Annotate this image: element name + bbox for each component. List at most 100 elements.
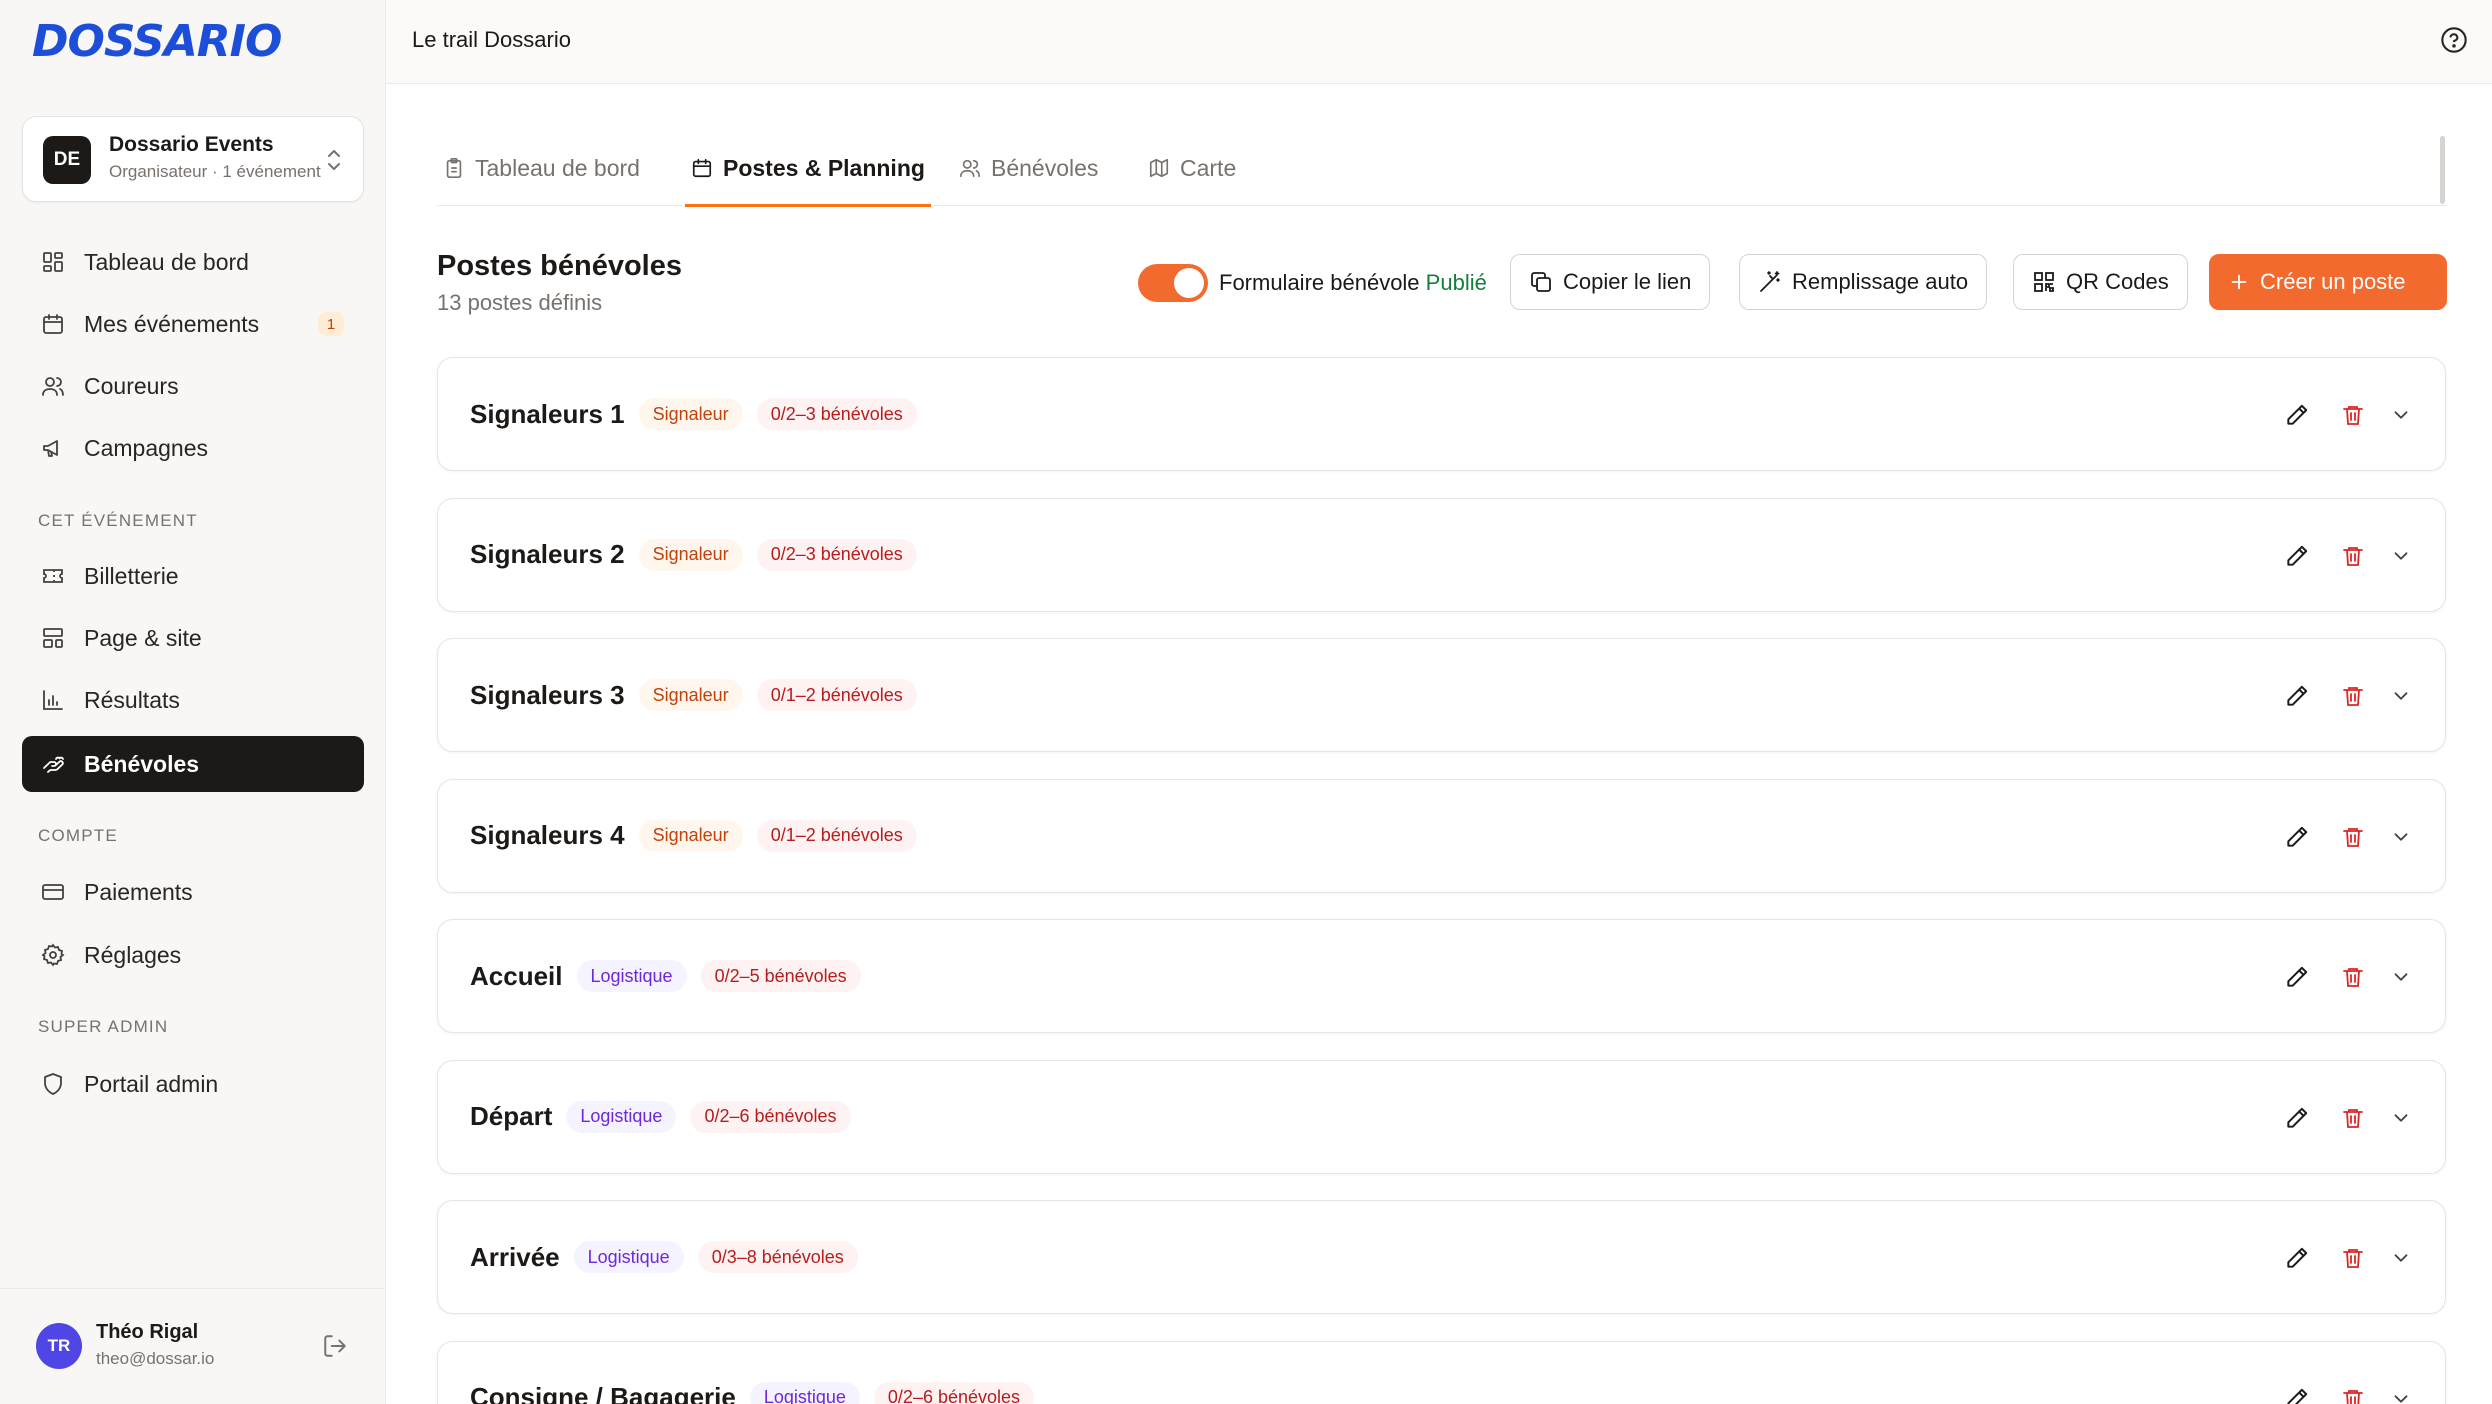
org-name: Dossario Events [109, 133, 274, 156]
sidebar-item-label: Billetterie [84, 562, 179, 589]
copy-link-button[interactable]: Copier le lien [1510, 254, 1711, 310]
organization-switcher[interactable]: DE Dossario Events Organisateur · 1 évén… [22, 116, 364, 202]
avatar[interactable]: TR [36, 1323, 82, 1369]
tab-dashboard[interactable]: Tableau de bord [437, 140, 646, 206]
copy-icon [1529, 270, 1553, 294]
sidebar-item-label: Portail admin [84, 1070, 219, 1097]
post-volunteer-count-badge: 0/2–6 bénévoles [873, 1381, 1035, 1404]
chevron-down-icon[interactable] [2387, 1385, 2415, 1404]
sidebar-item-results[interactable]: Résultats [22, 672, 364, 728]
logout-icon[interactable] [322, 1333, 348, 1359]
chevron-down-icon[interactable] [2387, 1244, 2415, 1272]
sidebar-item-label: Tableau de bord [84, 248, 249, 275]
edit-pencil-icon[interactable] [2283, 1385, 2311, 1404]
auto-fill-label: Remplissage auto [1792, 269, 1969, 294]
post-card[interactable]: Départ Logistique 0/2–6 bénévoles [437, 1059, 2446, 1174]
delete-trash-icon[interactable] [2339, 682, 2367, 710]
tab-map[interactable]: Carte [1142, 140, 1242, 206]
sidebar-item-ticketing[interactable]: Billetterie [22, 548, 364, 604]
users-icon [959, 157, 981, 179]
edit-pencil-icon[interactable] [2283, 963, 2311, 991]
help-icon[interactable] [2440, 26, 2468, 54]
delete-trash-icon[interactable] [2339, 1244, 2367, 1272]
edit-pencil-icon[interactable] [2283, 823, 2311, 851]
section-label-event: CET ÉVÉNEMENT [38, 511, 198, 530]
org-subtitle: Organisateur · 1 événement [109, 162, 321, 181]
post-name: Accueil [470, 960, 563, 991]
post-name: Signaleurs 2 [470, 539, 625, 569]
delete-trash-icon[interactable] [2339, 823, 2367, 851]
post-volunteer-count-badge: 0/1–2 bénévoles [756, 819, 917, 852]
magic-wand-icon [1758, 270, 1782, 294]
chevron-down-icon[interactable] [2387, 682, 2415, 710]
sidebar-item-runners[interactable]: Coureurs [22, 358, 364, 414]
logo-wordmark: DOSSARIO [32, 16, 282, 67]
sidebar-item-label: Résultats [84, 686, 180, 713]
tab-volunteers[interactable]: Bénévoles [953, 140, 1104, 206]
post-volunteer-count-badge: 0/3–8 bénévoles [697, 1241, 858, 1273]
post-actions [2255, 1104, 2415, 1132]
user-name: Théo Rigal [96, 1321, 199, 1343]
delete-trash-icon[interactable] [2339, 1104, 2367, 1132]
plus-icon [2228, 271, 2250, 293]
post-card[interactable]: Signaleurs 1 Signaleur 0/2–3 bénévoles [437, 357, 2446, 471]
edit-pencil-icon[interactable] [2283, 542, 2311, 570]
delete-trash-icon[interactable] [2339, 1385, 2367, 1404]
edit-pencil-icon[interactable] [2283, 1104, 2311, 1132]
tab-label: Tableau de bord [475, 154, 640, 181]
sidebar-item-dashboard[interactable]: Tableau de bord [22, 234, 364, 290]
volunteer-form-toggle[interactable] [1138, 264, 1208, 302]
create-post-button[interactable]: Créer un poste [2209, 254, 2447, 310]
auto-fill-button[interactable]: Remplissage auto [1739, 254, 1988, 310]
tab-posts-planning[interactable]: Postes & Planning [685, 140, 931, 207]
chevron-down-icon[interactable] [2387, 542, 2415, 570]
map-icon [1148, 157, 1170, 179]
sidebar-item-campaigns[interactable]: Campagnes [22, 420, 364, 476]
post-volunteer-count-badge: 0/1–2 bénévoles [756, 679, 917, 711]
delete-trash-icon[interactable] [2339, 542, 2367, 570]
chevron-down-icon[interactable] [2387, 1104, 2415, 1132]
bar-chart-icon [40, 687, 66, 713]
chevron-down-icon[interactable] [2387, 823, 2415, 851]
post-category-badge: Signaleur [638, 819, 743, 852]
post-card[interactable]: Accueil Logistique 0/2–5 bénévoles [437, 919, 2446, 1033]
post-card[interactable]: Consigne / Bagagerie Logistique 0/2–6 béné… [437, 1340, 2446, 1404]
edit-pencil-icon[interactable] [2283, 682, 2311, 710]
calendar-icon [40, 311, 66, 337]
post-name: Départ [470, 1101, 553, 1131]
qr-codes-button[interactable]: QR Codes [2013, 254, 2188, 310]
sidebar-item-payments[interactable]: Paiements [22, 864, 364, 920]
sidebar-item-settings[interactable]: Réglages [22, 927, 364, 983]
post-actions [2255, 963, 2415, 991]
post-card[interactable]: Signaleurs 4 Signaleur 0/1–2 bénévoles [437, 778, 2446, 893]
post-info: Signaleurs 4 Signaleur 0/1–2 bénévoles [470, 780, 931, 892]
credit-card-icon [40, 879, 66, 905]
edit-pencil-icon[interactable] [2283, 401, 2311, 429]
post-card[interactable]: Signaleurs 2 Signaleur 0/2–3 bénévoles [437, 497, 2446, 612]
post-card[interactable]: Arrivée Logistique 0/3–8 bénévoles [437, 1200, 2446, 1314]
post-name: Signaleurs 4 [470, 820, 625, 850]
section-title: Postes bénévoles [437, 250, 682, 282]
sidebar-item-label: Campagnes [84, 434, 209, 461]
delete-trash-icon[interactable] [2339, 963, 2367, 991]
sidebar-item-volunteers[interactable]: Bénévoles [22, 736, 364, 792]
gear-icon [40, 942, 66, 968]
clipboard-icon [443, 157, 465, 179]
sidebar-item-events[interactable]: Mes événements 1 [22, 296, 364, 352]
dossario-logo[interactable]: DOSSARIO [32, 14, 282, 70]
sidebar-item-page-site[interactable]: Page & site [22, 610, 364, 666]
post-category-badge: Signaleur [638, 398, 743, 430]
calendar-icon [691, 157, 713, 179]
tabs-scrollbar[interactable] [2440, 136, 2445, 204]
top-header: Le trail Dossario [386, 0, 2492, 84]
ticket-icon [40, 563, 66, 589]
delete-trash-icon[interactable] [2339, 401, 2367, 429]
chevron-down-icon[interactable] [2387, 401, 2415, 429]
post-category-badge: Logistique [749, 1381, 860, 1404]
post-card[interactable]: Signaleurs 3 Signaleur 0/1–2 bénévoles [437, 638, 2446, 752]
post-volunteer-count-badge: 0/2–3 bénévoles [756, 538, 917, 571]
sidebar-item-admin-portal[interactable]: Portail admin [22, 1056, 364, 1112]
chevron-down-icon[interactable] [2387, 963, 2415, 991]
create-post-label: Créer un poste [2260, 269, 2406, 294]
edit-pencil-icon[interactable] [2283, 1244, 2311, 1272]
